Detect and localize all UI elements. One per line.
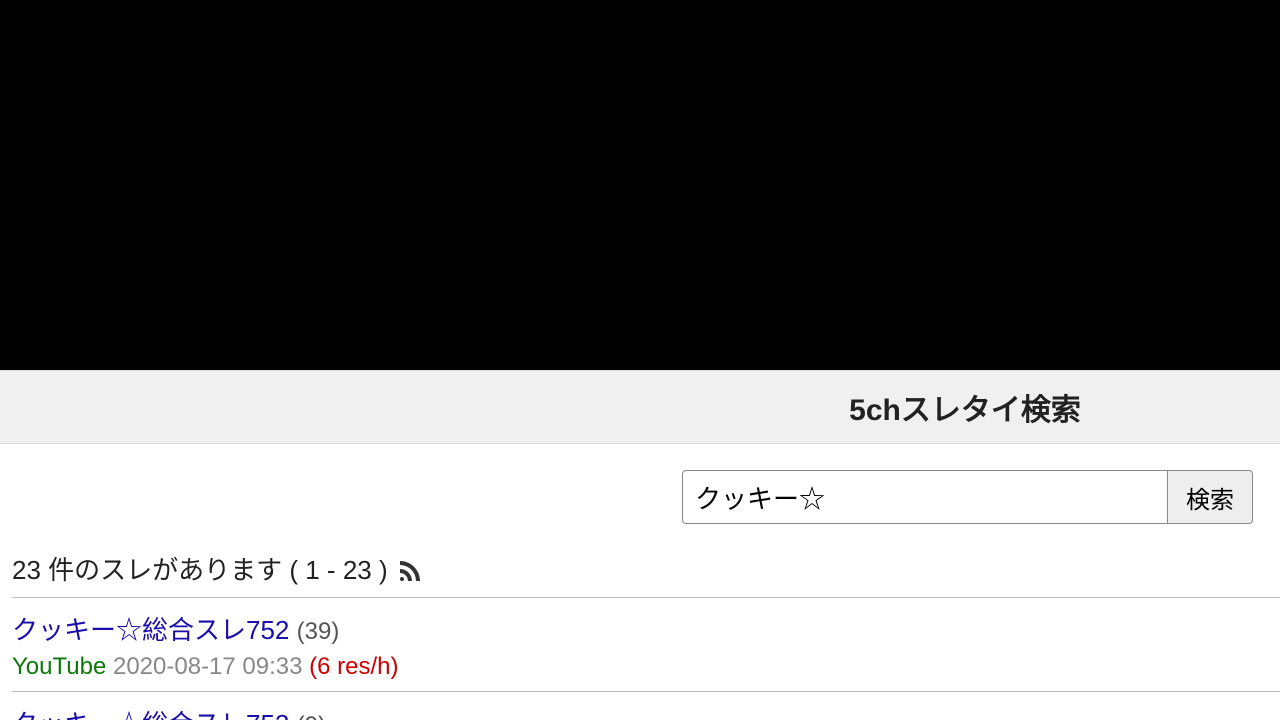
thread-reply-count: (9) [297, 712, 326, 720]
search-button[interactable]: 検索 [1168, 470, 1253, 524]
thread-title-row: クッキー☆総合スレ752 (39) [12, 610, 1280, 647]
title-bar: 5chスレタイ検索 [0, 370, 1280, 444]
thread-meta: YouTube 2020-08-17 09:33 (6 res/h) [12, 653, 1280, 681]
thread-link[interactable]: クッキー☆総合スレ752 [12, 709, 289, 720]
results-summary-text: 23 件のスレがあります ( 1 - 23 ) [12, 550, 388, 587]
thread-board[interactable]: YouTube [12, 653, 106, 680]
thread-reply-count: (39) [297, 618, 340, 645]
results-wrap: 23 件のスレがあります ( 1 - 23 ) クッキー☆総合スレ752 (39… [0, 524, 1280, 720]
search-input[interactable] [682, 470, 1168, 524]
rss-icon[interactable] [396, 557, 420, 581]
thread-title-row: クッキー☆総合スレ752 (9) [12, 704, 1280, 720]
thread-item: クッキー☆総合スレ752 (39) YouTube 2020-08-17 09:… [12, 598, 1280, 692]
thread-timestamp: 2020-08-17 09:33 [113, 653, 303, 680]
thread-item: クッキー☆総合スレ752 (9) [12, 692, 1280, 720]
search-row: 検索 [682, 444, 1280, 524]
results-summary: 23 件のスレがあります ( 1 - 23 ) [12, 550, 1280, 598]
thread-rate: (6 res/h) [309, 653, 398, 680]
thread-link[interactable]: クッキー☆総合スレ752 [12, 615, 289, 645]
top-black-region [0, 0, 1280, 370]
page-title: 5chスレタイ検索 [650, 385, 1280, 429]
